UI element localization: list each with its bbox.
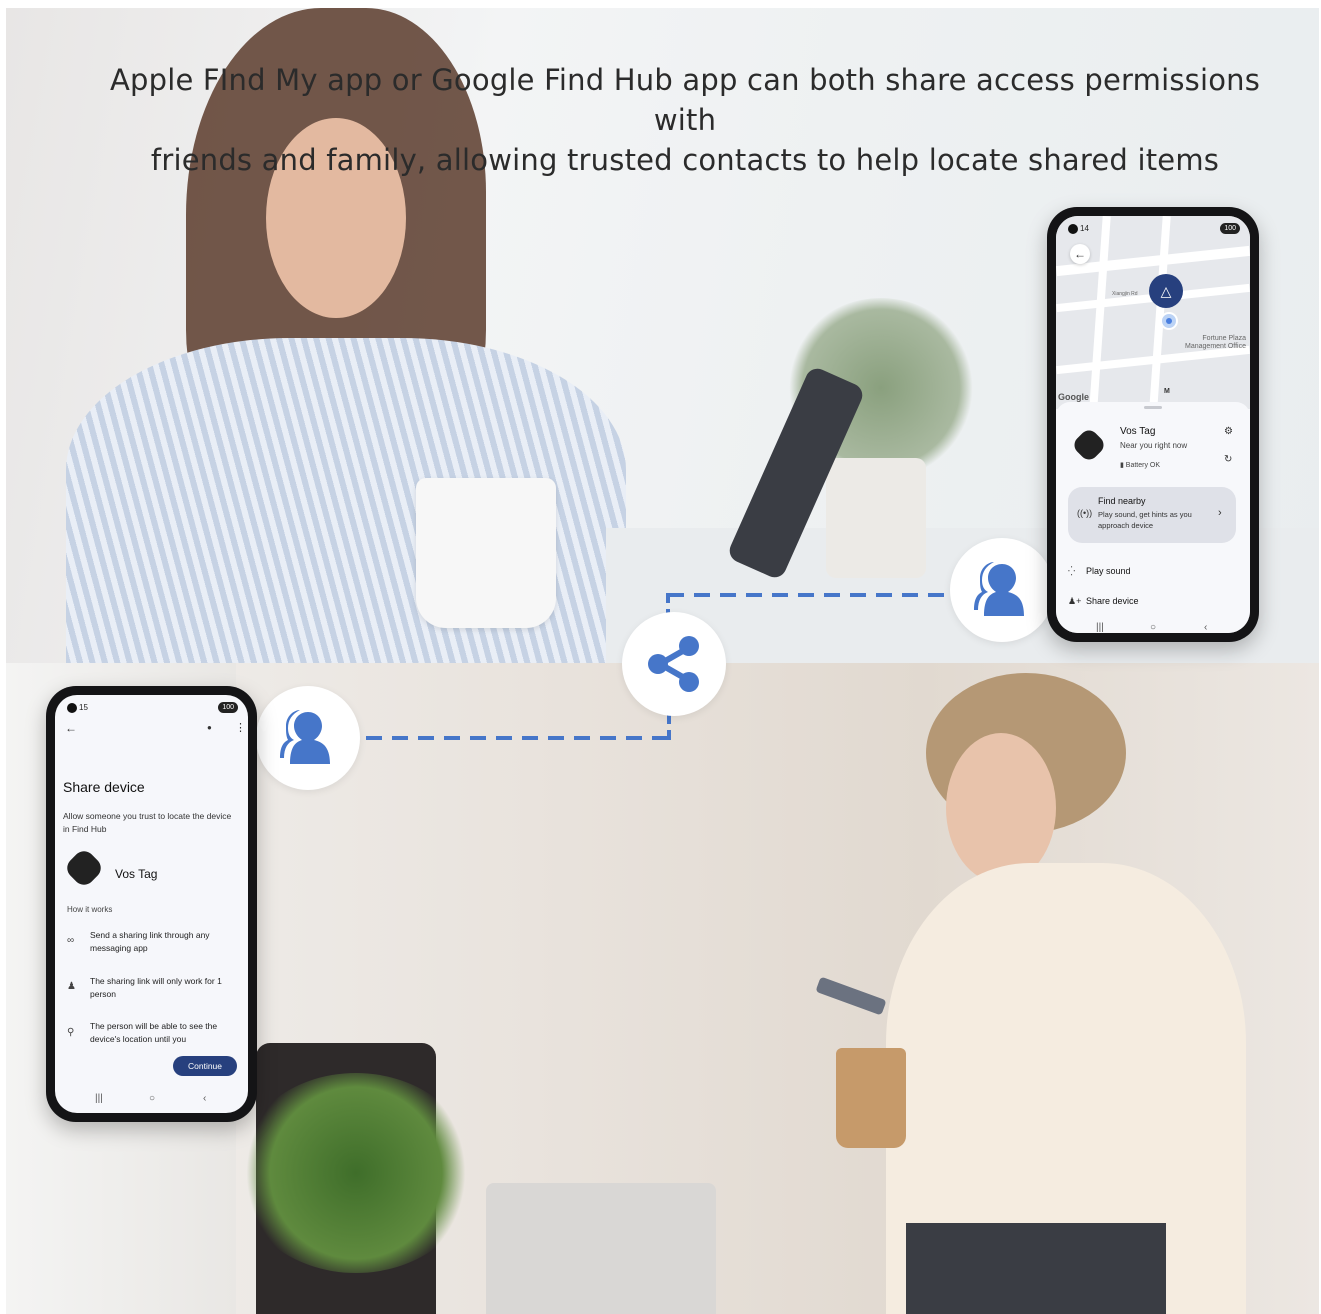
nearby-signal-icon: ((•)) (1077, 508, 1093, 518)
how-it-works-label: How it works (67, 905, 113, 914)
device-status: Near you right now (1120, 441, 1188, 450)
sound-wave-icon: ⁛ (1068, 566, 1076, 576)
share-circle (622, 612, 726, 716)
device-name: Vos Tag (115, 867, 158, 881)
location-pin-icon: ⚲ (67, 1027, 75, 1038)
find-nearby-description: Play sound, get hints as you approach de… (1098, 510, 1192, 530)
woman2-face (946, 733, 1056, 883)
step-1: Send a sharing link through any messagin… (90, 930, 210, 953)
continue-button[interactable]: Continue (173, 1056, 237, 1076)
nav-bar: ||| ○ ‹ (55, 1093, 248, 1107)
laptop (486, 1183, 716, 1314)
refresh-icon[interactable]: ↻ (1224, 454, 1232, 465)
tag-icon (62, 846, 106, 890)
tag-small-icon: ● (207, 723, 212, 732)
sheet-handle[interactable] (1144, 406, 1162, 409)
jeans (906, 1223, 1166, 1314)
my-location-dot (1160, 312, 1178, 330)
device-sheet: Vos Tag Near you right now ▮ Battery OK … (1056, 402, 1250, 633)
connector-bottom-vertical (667, 714, 671, 740)
tag-icon (1070, 426, 1108, 464)
camera-punch-hole (67, 703, 77, 713)
handheld-phone-2 (815, 976, 887, 1016)
mug (416, 478, 556, 628)
coffee-cup (836, 1048, 906, 1148)
bottom-phone: 15 100 ← ● ⋮ Share device Allow someone … (46, 686, 257, 1122)
status-time: 14 (1080, 224, 1089, 233)
battery-indicator: 100 (1220, 223, 1240, 234)
step-2: The sharing link will only work for 1 pe… (90, 976, 222, 999)
plant-pot (826, 458, 926, 578)
person-icon (974, 562, 1024, 616)
nav-bar: ||| ○ ‹ (1056, 622, 1250, 633)
recents-icon[interactable]: ||| (1096, 622, 1104, 633)
step-3: The person will be able to see the devic… (90, 1021, 218, 1044)
person-circle-top (950, 538, 1054, 642)
camera-punch-hole (1068, 224, 1078, 234)
add-person-icon: ♟+ (1068, 596, 1082, 606)
headline-line-1: Apple FInd My app or Google Find Hub app… (109, 63, 1261, 137)
recents-icon[interactable]: ||| (95, 1093, 103, 1104)
settings-icon[interactable]: ⚙ (1224, 426, 1233, 437)
back-nav-icon[interactable]: ‹ (1204, 622, 1207, 633)
home-icon[interactable]: ○ (1150, 622, 1156, 633)
google-logo: Google (1058, 392, 1089, 402)
street-label: Xiangjin Rd (1112, 291, 1138, 297)
bottom-phone-screen: 15 100 ← ● ⋮ Share device Allow someone … (55, 695, 248, 1113)
status-bar: 14 100 (1066, 222, 1240, 236)
battery-indicator: 100 (218, 702, 238, 713)
person-icon (280, 710, 330, 764)
poi-label: Fortune Plaza Management Office (1185, 335, 1246, 350)
page-description: Allow someone you trust to locate the de… (63, 811, 232, 834)
back-button[interactable]: ← (1070, 244, 1090, 264)
more-options-icon[interactable]: ⋮ (235, 721, 246, 734)
link-icon: ∞ (67, 935, 75, 946)
top-phone-screen: Xiangjin Rd Fortune Plaza Management Off… (1056, 216, 1250, 633)
headline: Apple FInd My app or Google Find Hub app… (90, 60, 1280, 180)
home-icon[interactable]: ○ (149, 1093, 155, 1104)
battery-status: ▮ Battery OK (1120, 462, 1161, 469)
status-time: 15 (79, 703, 88, 712)
connector-top (668, 593, 953, 597)
page-title: Share device (63, 779, 145, 795)
person-circle-bottom (256, 686, 360, 790)
status-bar: 15 100 (65, 701, 238, 715)
share-icon (648, 636, 699, 692)
chevron-right-icon: › (1218, 507, 1222, 519)
connector-bottom (366, 736, 670, 740)
share-device-item[interactable]: ♟+ Share device (1068, 596, 1139, 607)
device-name: Vos Tag (1120, 426, 1156, 437)
bonsai (236, 1073, 476, 1273)
find-nearby-card[interactable]: ((•)) Find nearby Play sound, get hints … (1068, 487, 1236, 543)
headline-line-2: friends and family, allowing trusted con… (150, 143, 1220, 177)
top-phone: Xiangjin Rd Fortune Plaza Management Off… (1047, 207, 1259, 642)
play-sound-item[interactable]: ⁛ Play sound (1068, 566, 1131, 577)
back-arrow-icon[interactable]: ← (65, 721, 77, 735)
device-map-pin[interactable]: △ (1149, 274, 1183, 308)
metro-label: M (1164, 388, 1170, 395)
find-nearby-title: Find nearby (1098, 496, 1146, 506)
back-nav-icon[interactable]: ‹ (203, 1093, 206, 1104)
person-outline-icon: ♟ (67, 981, 76, 992)
